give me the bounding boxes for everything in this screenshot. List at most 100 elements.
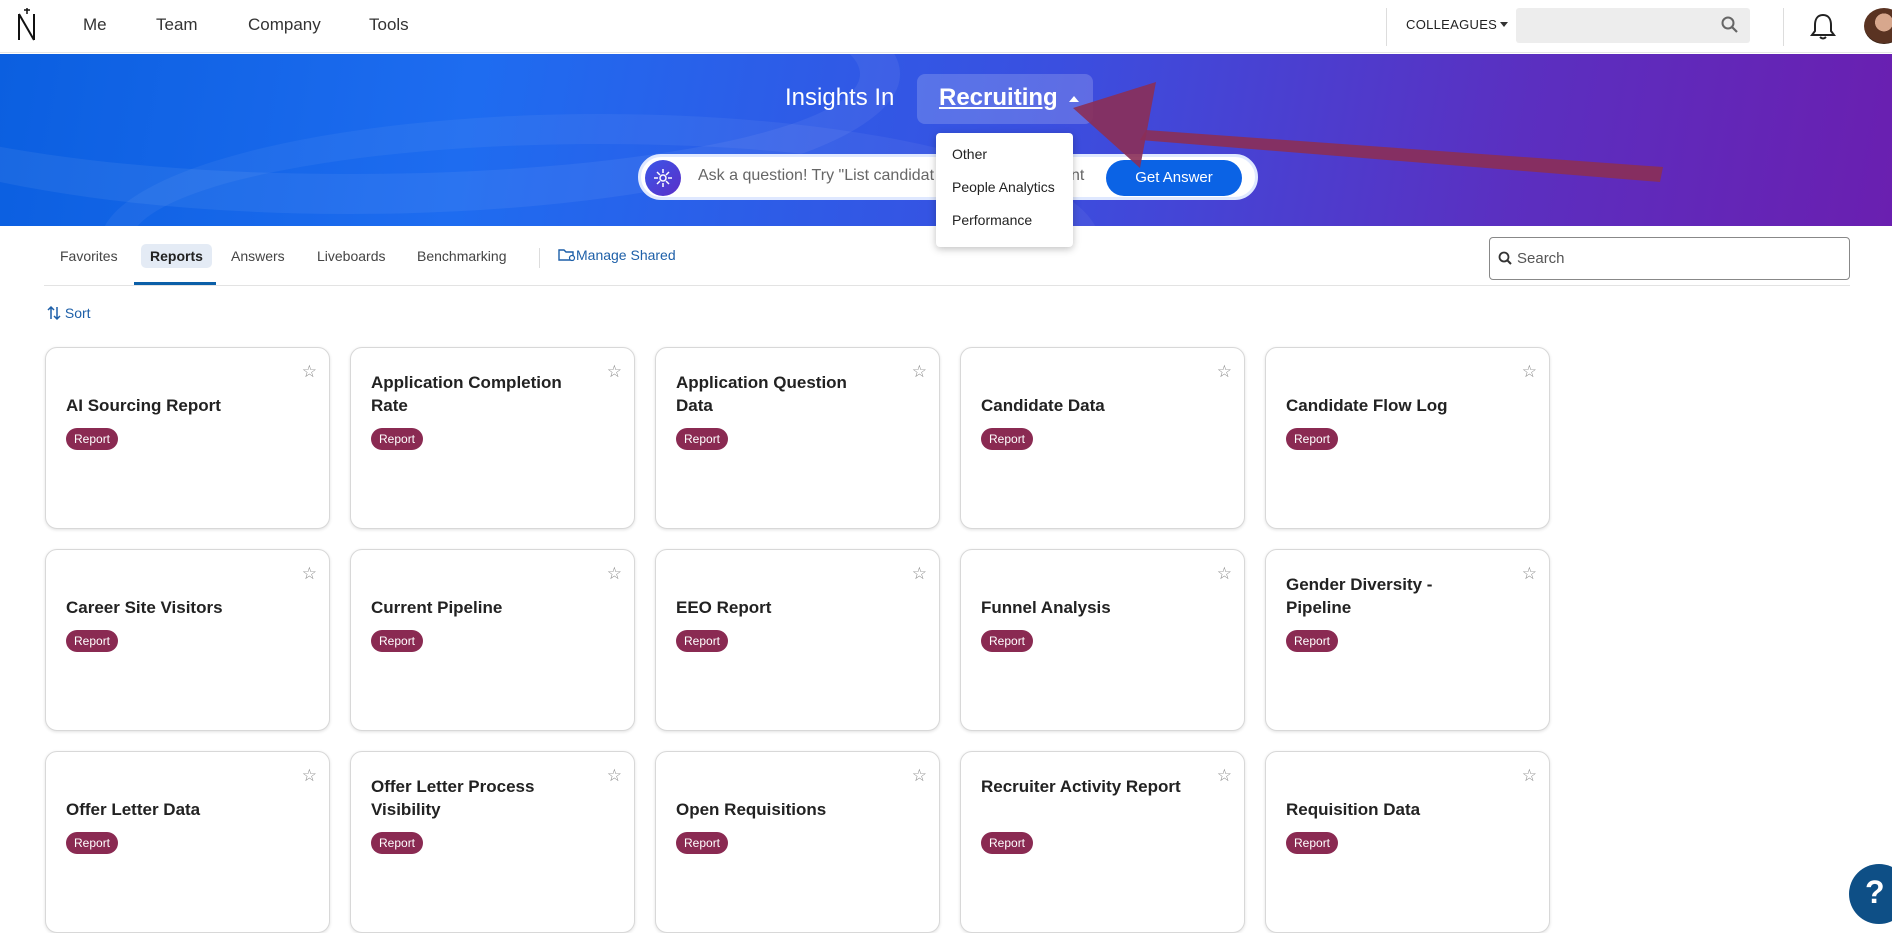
module-option-people-analytics[interactable]: People Analytics	[952, 179, 1055, 195]
tab-answers[interactable]: Answers	[231, 248, 285, 264]
favorite-star-icon[interactable]: ☆	[1217, 564, 1232, 584]
report-card[interactable]: Application Completion Rate ☆ Report	[350, 347, 635, 529]
report-type-badge: Report	[371, 428, 424, 450]
report-card[interactable]: Open Requisitions ☆ Report	[655, 751, 940, 933]
report-type-badge: Report	[1286, 428, 1339, 450]
report-card-title: Candidate Data	[981, 396, 1105, 415]
report-card-title: Candidate Flow Log	[1286, 396, 1448, 415]
report-card-title: Open Requisitions	[676, 800, 827, 819]
colleagues-label: COLLEAGUES	[1406, 17, 1498, 32]
report-card-title: Offer Letter Data	[66, 800, 201, 819]
reports-search-input[interactable]: Search	[1489, 237, 1850, 280]
help-button[interactable]: ?	[1849, 864, 1892, 924]
report-type-badge: Report	[66, 428, 119, 450]
nav-link-me[interactable]: Me	[83, 15, 107, 35]
search-icon[interactable]	[1721, 16, 1738, 33]
favorite-star-icon[interactable]: ☆	[607, 362, 622, 382]
app-logo-icon[interactable]	[14, 6, 40, 44]
module-dropdown-menu: Other People Analytics Performance	[936, 133, 1073, 247]
report-card-title: Application Completion Rate	[371, 373, 562, 415]
report-card[interactable]: Offer Letter Process Visibility ☆ Report	[350, 751, 635, 933]
favorite-star-icon[interactable]: ☆	[302, 766, 317, 786]
bell-icon[interactable]	[1810, 12, 1836, 40]
favorite-star-icon[interactable]: ☆	[607, 766, 622, 786]
report-card-title: Gender Diversity - Pipeline	[1286, 575, 1433, 617]
report-card-title: Requisition Data	[1286, 800, 1421, 819]
module-option-other[interactable]: Other	[952, 146, 987, 162]
favorite-star-icon[interactable]: ☆	[607, 564, 622, 584]
report-type-badge: Report	[1286, 630, 1339, 652]
avatar[interactable]	[1864, 8, 1892, 44]
report-type-badge: Report	[371, 630, 424, 652]
top-navigation: Me Team Company Tools COLLEAGUES	[0, 0, 1892, 53]
favorite-star-icon[interactable]: ☆	[302, 564, 317, 584]
report-card[interactable]: Gender Diversity - Pipeline ☆ Report	[1265, 549, 1550, 731]
search-icon	[1498, 251, 1512, 265]
favorite-star-icon[interactable]: ☆	[912, 766, 927, 786]
report-type-badge: Report	[676, 832, 729, 854]
report-card[interactable]: Recruiter Activity Report ☆ Report	[960, 751, 1245, 933]
report-card[interactable]: EEO Report ☆ Report	[655, 549, 940, 731]
nav-link-team[interactable]: Team	[156, 15, 198, 35]
get-answer-button[interactable]: Get Answer	[1106, 160, 1242, 196]
report-card[interactable]: Offer Letter Data ☆ Report	[45, 751, 330, 933]
favorite-star-icon[interactable]: ☆	[1522, 766, 1537, 786]
tab-benchmarking[interactable]: Benchmarking	[417, 248, 507, 264]
ai-sparkle-icon	[645, 160, 681, 196]
nav-divider	[1386, 8, 1387, 46]
favorite-star-icon[interactable]: ☆	[1522, 362, 1537, 382]
report-card-title: Offer Letter Process Visibility	[371, 777, 535, 819]
report-card-title: Career Site Visitors	[66, 598, 223, 617]
report-card-title: Application Question Data	[676, 373, 847, 415]
report-type-badge: Report	[66, 832, 119, 854]
report-type-badge: Report	[676, 428, 729, 450]
report-card-title: AI Sourcing Report	[66, 396, 221, 415]
report-type-badge: Report	[1286, 832, 1339, 854]
colleagues-dropdown[interactable]: COLLEAGUES	[1406, 17, 1509, 32]
tab-favorites[interactable]: Favorites	[60, 248, 118, 264]
sort-button[interactable]: Sort	[47, 305, 91, 321]
favorite-star-icon[interactable]: ☆	[1217, 766, 1232, 786]
report-card[interactable]: Requisition Data ☆ Report	[1265, 751, 1550, 933]
report-type-badge: Report	[981, 428, 1034, 450]
nav-divider	[1783, 8, 1784, 46]
report-card-title: Recruiter Activity Report	[981, 777, 1181, 796]
nav-link-company[interactable]: Company	[248, 15, 321, 35]
report-type-badge: Report	[981, 832, 1034, 854]
report-card[interactable]: Funnel Analysis ☆ Report	[960, 549, 1245, 731]
favorite-star-icon[interactable]: ☆	[1522, 564, 1537, 584]
report-card[interactable]: Candidate Flow Log ☆ Report	[1265, 347, 1550, 529]
report-card[interactable]: Career Site Visitors ☆ Report	[45, 549, 330, 731]
chevron-up-icon	[1069, 96, 1079, 102]
tab-reports[interactable]: Reports	[141, 244, 212, 268]
manage-shared-link[interactable]: Manage Shared	[558, 247, 676, 263]
reports-search-placeholder: Search	[1517, 250, 1565, 267]
favorite-star-icon[interactable]: ☆	[1217, 362, 1232, 382]
tab-divider	[539, 248, 540, 268]
report-type-badge: Report	[676, 630, 729, 652]
manage-shared-label: Manage Shared	[576, 247, 676, 263]
nav-link-tools[interactable]: Tools	[369, 15, 409, 35]
tabs-divider	[44, 285, 1850, 286]
favorite-star-icon[interactable]: ☆	[912, 362, 927, 382]
report-type-badge: Report	[371, 832, 424, 854]
report-card[interactable]: Current Pipeline ☆ Report	[350, 549, 635, 731]
module-option-performance[interactable]: Performance	[952, 212, 1032, 228]
report-card[interactable]: Candidate Data ☆ Report	[960, 347, 1245, 529]
sort-icon	[47, 305, 61, 321]
module-selector-label: Recruiting	[939, 84, 1058, 111]
report-card-title: EEO Report	[676, 598, 772, 617]
tab-liveboards[interactable]: Liveboards	[317, 248, 386, 264]
report-card-title: Current Pipeline	[371, 598, 503, 617]
report-type-badge: Report	[981, 630, 1034, 652]
help-icon: ?	[1865, 874, 1885, 910]
report-card[interactable]: AI Sourcing Report ☆ Report	[45, 347, 330, 529]
module-selector[interactable]: Recruiting	[917, 74, 1093, 124]
favorite-star-icon[interactable]: ☆	[302, 362, 317, 382]
chevron-down-icon	[1500, 22, 1509, 27]
global-search-input[interactable]	[1516, 8, 1750, 43]
report-card[interactable]: Application Question Data ☆ Report	[655, 347, 940, 529]
favorite-star-icon[interactable]: ☆	[912, 564, 927, 584]
sort-label: Sort	[64, 305, 91, 321]
ask-question-input-tail[interactable]: nt	[1071, 167, 1084, 185]
